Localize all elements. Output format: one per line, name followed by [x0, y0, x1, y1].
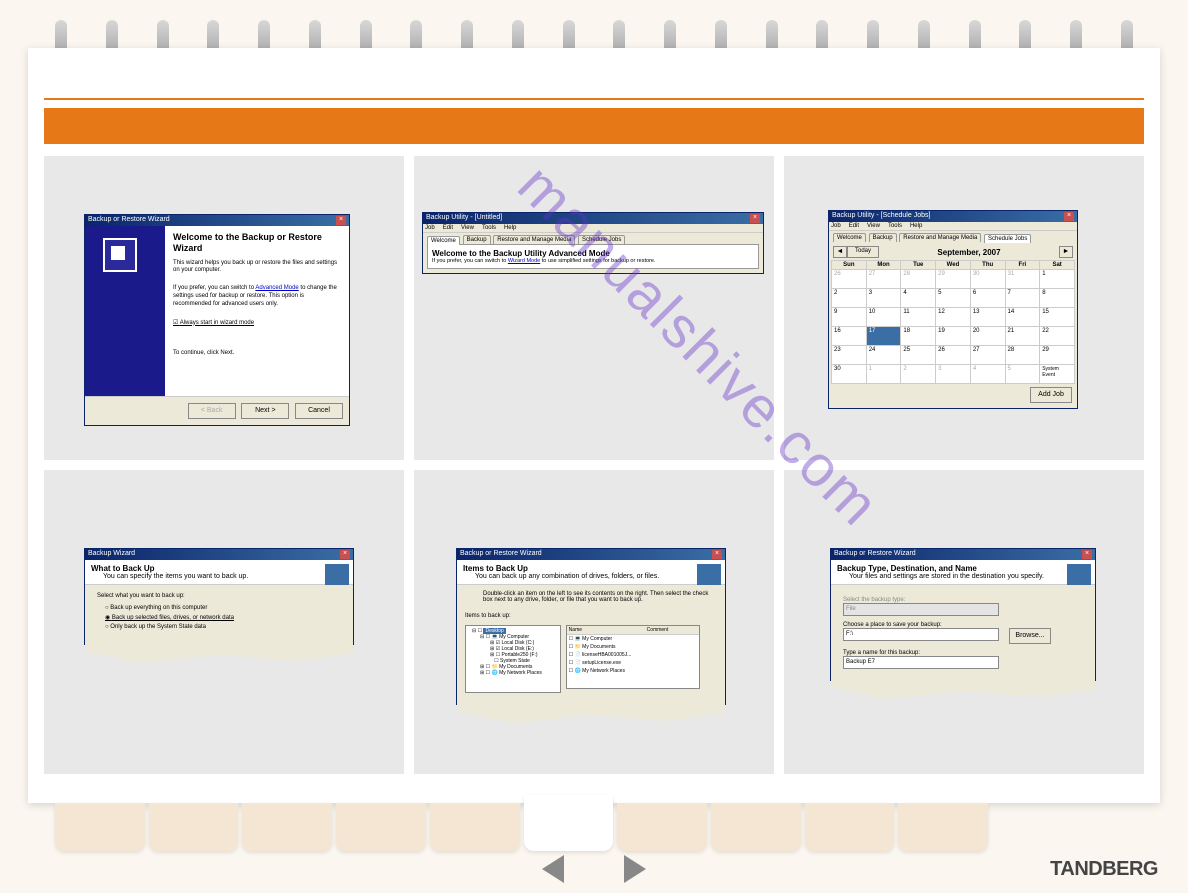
radio-selected-files: Back up selected files, drives, or netwo… [105, 614, 341, 621]
prompt-label: Select what you want to back up: [97, 593, 341, 599]
cancel-button: Cancel [295, 403, 343, 419]
close-icon: × [712, 550, 722, 559]
folder-tab[interactable] [55, 803, 145, 851]
type-select: File [843, 603, 999, 616]
step-heading: Items to Back Up [463, 564, 719, 573]
wizard-text: If you prefer, you can switch to Advance… [173, 285, 341, 308]
next-button: Next > [241, 403, 289, 419]
page-nav [528, 855, 660, 883]
wizard-side-graphic [85, 226, 165, 396]
browse-button: Browse... [1009, 628, 1051, 644]
folder-tab[interactable] [242, 803, 332, 851]
tab-welcome: Welcome [427, 236, 460, 245]
thumbnail-4[interactable]: Backup Wizard × What to Back Up You can s… [44, 470, 404, 774]
file-list: NameComment ☐ 💻 My Computer ☐ 📁 My Docum… [566, 625, 700, 689]
thumbnail-5[interactable]: Backup or Restore Wizard × Items to Back … [414, 470, 774, 774]
close-icon: × [1064, 212, 1074, 221]
always-wizard-checkbox: Always start in wizard mode [173, 319, 341, 326]
window-schedule-jobs: Backup Utility - [Schedule Jobs] × JobEdi… [828, 210, 1078, 409]
wizard-mode-link: Wizard Mode [508, 258, 540, 264]
back-button: < Back [188, 403, 236, 419]
prev-month-icon: ◄ [833, 246, 847, 258]
window-title: Backup Wizard [88, 550, 135, 559]
next-page-icon[interactable] [624, 855, 660, 883]
step-subtitle: You can back up any combination of drive… [463, 573, 659, 580]
name-input: Backup E7 [843, 656, 999, 669]
calendar-month: September, 2007 [879, 248, 1059, 257]
folder-tab[interactable] [430, 803, 520, 851]
close-icon: × [750, 214, 760, 223]
folder-tab[interactable] [805, 803, 895, 851]
tab-strip: Welcome Backup Restore and Manage Media … [423, 233, 763, 244]
system-event-label: System Event [1040, 365, 1075, 384]
window-items-to-backup: Backup or Restore Wizard × Items to Back … [456, 548, 726, 705]
thumbnail-3[interactable]: Backup Utility - [Schedule Jobs] × JobEdi… [784, 156, 1144, 460]
step-subtitle: Your files and settings are stored in th… [837, 573, 1044, 580]
step-heading: What to Back Up [91, 564, 347, 573]
place-input: F:\ [843, 628, 999, 641]
panel-subtext: If you prefer, you can switch to Wizard … [432, 258, 754, 264]
folder-tabs [55, 803, 988, 851]
close-icon: × [1082, 550, 1092, 559]
wizard-heading: Welcome to the Backup or Restore Wizard [173, 232, 341, 254]
instruction-text: Double-click an item on the left to see … [465, 591, 717, 607]
calendar-grid: SunMonTueWedThuFriSat 2627282930311 2345… [831, 260, 1075, 384]
menu-bar: JobEditViewToolsHelp [423, 224, 763, 233]
add-job-button: Add Job [1030, 387, 1072, 403]
close-icon: × [340, 550, 350, 559]
step-subtitle: You can specify the items you want to ba… [91, 573, 248, 580]
thumbnail-grid: Backup or Restore Wizard × Welcome to the… [44, 156, 1144, 774]
wizard-continue-text: To continue, click Next. [173, 350, 341, 358]
thumbnail-2[interactable]: Backup Utility - [Untitled] × JobEditView… [414, 156, 774, 460]
tab-schedule: Schedule Jobs [984, 234, 1031, 243]
folder-tab[interactable] [711, 803, 801, 851]
thumbnail-6[interactable]: Backup or Restore Wizard × Backup Type, D… [784, 470, 1144, 774]
tab-backup: Backup [869, 233, 897, 242]
prev-page-icon[interactable] [528, 855, 564, 883]
radio-system-state: Only back up the System State data [105, 624, 341, 630]
tree-view: ⊟ ☐ Desktop ⊟ ☐ 💻 My Computer ⊞ ☑ Local … [465, 625, 561, 693]
folder-tab[interactable] [336, 803, 426, 851]
selected-date: 17 [866, 327, 901, 346]
tab-restore: Restore and Manage Media [493, 235, 575, 244]
divider-line [44, 98, 1144, 100]
radio-everything: Back up everything on this computer [105, 605, 341, 611]
window-title: Backup Utility - [Schedule Jobs] [832, 212, 930, 221]
menu-bar: JobEditViewToolsHelp [829, 222, 1077, 231]
tab-welcome: Welcome [833, 233, 866, 242]
window-title: Backup or Restore Wizard [88, 216, 170, 225]
tab-backup: Backup [463, 235, 491, 244]
next-month-icon: ► [1059, 246, 1073, 258]
window-backup-utility: Backup Utility - [Untitled] × JobEditView… [422, 212, 764, 274]
folder-tab[interactable] [149, 803, 239, 851]
tab-strip: Welcome Backup Restore and Manage Media … [829, 231, 1077, 242]
window-what-to-backup: Backup Wizard × What to Back Up You can s… [84, 548, 354, 645]
today-button: Today [847, 246, 879, 258]
step-heading: Backup Type, Destination, and Name [837, 564, 1089, 573]
brand-logo: TANDBERG [1050, 858, 1158, 881]
tab-restore: Restore and Manage Media [899, 233, 981, 242]
window-title: Backup or Restore Wizard [834, 550, 916, 559]
folder-tab-active[interactable] [524, 795, 614, 851]
tab-schedule: Schedule Jobs [578, 235, 625, 244]
window-backup-wizard: Backup or Restore Wizard × Welcome to the… [84, 214, 350, 426]
folder-tab[interactable] [617, 803, 707, 851]
header-bar [44, 108, 1144, 144]
advanced-mode-link: Advanced Mode [255, 285, 298, 291]
wizard-text: This wizard helps you back up or restore… [173, 260, 341, 276]
thumbnail-1[interactable]: Backup or Restore Wizard × Welcome to the… [44, 156, 404, 460]
window-title: Backup Utility - [Untitled] [426, 214, 502, 223]
items-label: Items to back up: [465, 613, 717, 619]
panel-heading: Welcome to the Backup Utility Advanced M… [432, 249, 754, 258]
page: Backup or Restore Wizard × Welcome to the… [28, 48, 1160, 803]
folder-tab[interactable] [898, 803, 988, 851]
window-backup-destination: Backup or Restore Wizard × Backup Type, D… [830, 548, 1096, 681]
close-icon: × [336, 216, 346, 225]
window-title: Backup or Restore Wizard [460, 550, 542, 559]
